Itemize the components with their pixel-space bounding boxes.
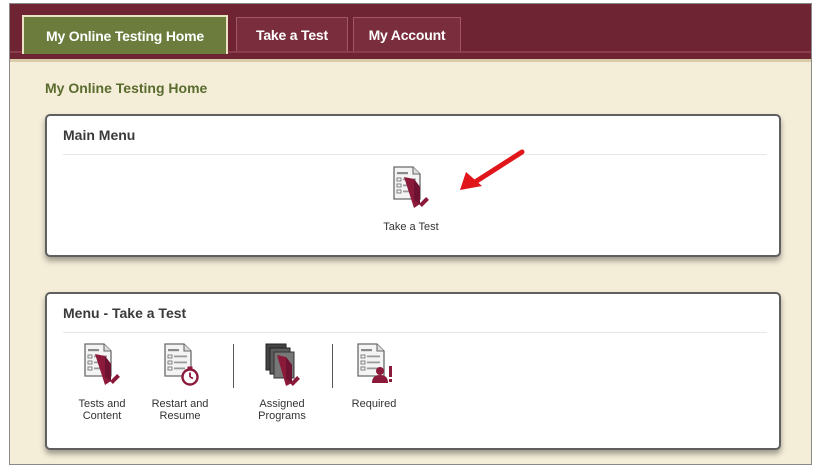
required-icon [352, 341, 396, 394]
tests-and-content-label-line1: Tests and [78, 398, 126, 410]
take-a-test-label: Take a Test [383, 221, 439, 233]
take-a-test-menu-item[interactable]: Take a Test [371, 164, 451, 233]
tests-and-content-menu-item[interactable]: Tests and Content [69, 341, 135, 422]
tab-my-online-testing-home[interactable]: My Online Testing Home [22, 15, 228, 54]
take-a-test-menu-panel: Menu - Take a Test Tests and Content Res… [45, 292, 781, 450]
assigned-programs-icon [260, 341, 304, 394]
tests-content-icon [80, 341, 124, 394]
take-test-icon [389, 164, 433, 217]
assigned-programs-label-line1: Assigned [259, 398, 305, 410]
nav-bar: My Online Testing Home Take a Test My Ac… [10, 4, 811, 62]
take-a-test-menu-divider [63, 332, 767, 333]
app-window: My Online Testing Home Take a Test My Ac… [9, 3, 812, 465]
main-menu-panel: Main Menu Take a Test [45, 114, 781, 257]
restart-and-resume-menu-item[interactable]: Restart and Resume [145, 341, 215, 422]
assigned-programs-menu-item[interactable]: Assigned Programs [247, 341, 317, 422]
restart-and-resume-label-line2: Resume [159, 410, 201, 422]
menu-separator [233, 344, 234, 388]
restart-resume-icon [158, 341, 202, 394]
required-label: Required [351, 398, 397, 410]
tab-my-account[interactable]: My Account [353, 17, 461, 51]
restart-and-resume-label-line1: Restart and [151, 398, 209, 410]
menu-separator [332, 344, 333, 388]
pointer-arrow-icon [460, 149, 525, 190]
main-menu-title: Main Menu [63, 127, 136, 143]
assigned-programs-label-line2: Programs [258, 410, 306, 422]
tab-take-a-test[interactable]: Take a Test [236, 17, 348, 51]
take-a-test-menu-title: Menu - Take a Test [63, 305, 187, 321]
main-menu-divider [63, 154, 767, 155]
required-menu-item[interactable]: Required [343, 341, 405, 410]
tests-and-content-label-line2: Content [82, 410, 122, 422]
page-title: My Online Testing Home [45, 80, 208, 96]
